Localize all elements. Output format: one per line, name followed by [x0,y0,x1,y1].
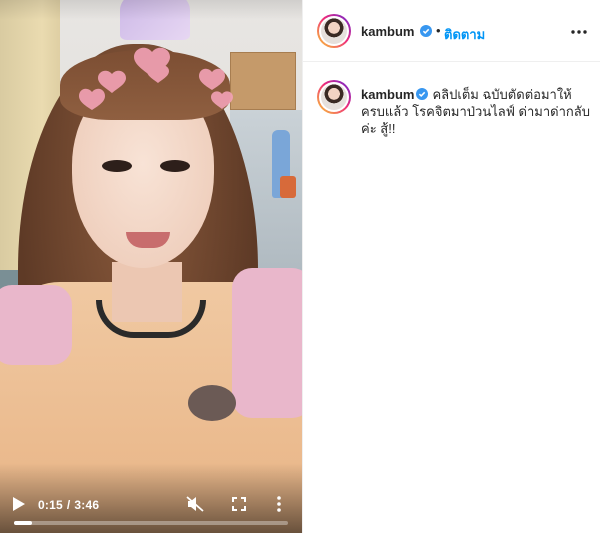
bangs [60,50,230,120]
vertical-dots-icon [277,496,281,512]
duration: 3:46 [74,498,100,512]
video-player[interactable]: 0:15 / 3:46 [0,0,302,533]
time-separator: / [66,498,71,512]
muted-speaker-icon [186,496,204,512]
profile-photo [321,84,347,110]
caption-avatar[interactable] [317,80,351,114]
shirt-print [188,385,236,421]
avatar[interactable] [317,14,351,48]
follow-button[interactable]: ติดตาม [444,24,485,45]
playback-time: 0:15 / 3:46 [38,495,99,515]
caption-username[interactable]: kambum [361,87,414,102]
post-caption: kambum คลิปเต็ม ฉบับตัดต่อมาให้ครบแล้ว โ… [361,86,591,137]
eye-right [160,160,190,172]
post-header: kambum • ติดตาม [303,0,600,62]
verified-badge-icon [416,88,429,100]
play-icon [13,497,25,511]
separator-dot: • [436,23,441,38]
shirt-sleeve-right [232,268,302,418]
profile-photo [321,18,347,44]
fullscreen-button[interactable] [228,493,250,515]
progress-fill [14,521,33,525]
fullscreen-icon [232,497,246,511]
video-more-button[interactable] [270,493,288,515]
verified-badge-icon [420,25,432,37]
video-controls: 0:15 / 3:46 [0,483,302,533]
header-username[interactable]: kambum [361,24,414,39]
play-button[interactable] [8,493,30,515]
person-in-video [0,0,302,533]
current-time: 0:15 [38,498,63,512]
video-frame [0,0,302,533]
top-shade [0,0,302,20]
shirt-sleeve-left [0,285,72,365]
horizontal-dots-icon[interactable] [569,24,589,40]
eye-left [102,160,132,172]
progress-bar[interactable] [14,521,288,525]
post-sidebar: kambum • ติดตาม kambum คลิปเต็ม ฉบับตัดต… [302,0,600,533]
mute-button[interactable] [184,493,206,515]
